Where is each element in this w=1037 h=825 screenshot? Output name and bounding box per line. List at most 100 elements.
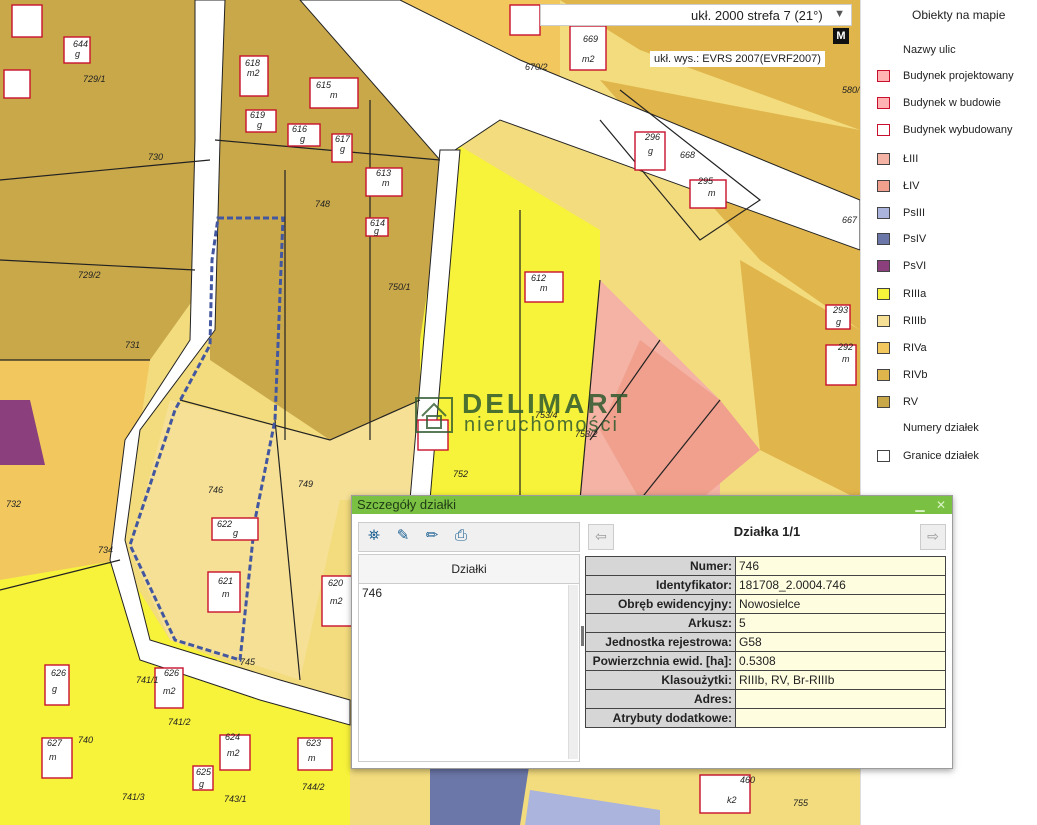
svg-text:m: m bbox=[842, 354, 850, 364]
svg-text:g: g bbox=[374, 226, 379, 236]
svg-text:m: m bbox=[330, 90, 338, 100]
edit-icon[interactable]: ✎ bbox=[391, 525, 415, 547]
details-row: Identyfikator: 181708_2.0004.746 bbox=[585, 575, 946, 595]
svg-text:292: 292 bbox=[837, 342, 853, 352]
details-row: Numer: 746 bbox=[585, 556, 946, 576]
legend-label: Granice działek bbox=[903, 450, 979, 462]
legend-swatch bbox=[877, 97, 890, 109]
legend-label: PsVI bbox=[903, 260, 927, 272]
details-value: 0.5308 bbox=[735, 651, 946, 671]
parcel-list[interactable]: Działki 746 bbox=[358, 554, 580, 762]
parcel-label: 741/1 bbox=[136, 675, 159, 685]
minimize-icon[interactable]: ▁ bbox=[915, 498, 924, 512]
svg-text:622: 622 bbox=[217, 519, 232, 529]
splitter-handle[interactable] bbox=[581, 626, 584, 646]
details-value: RIIIb, RV, Br-RIIIb bbox=[735, 670, 946, 690]
parcel-label: 743/1 bbox=[224, 794, 247, 804]
svg-text:m2: m2 bbox=[330, 596, 343, 606]
svg-text:296: 296 bbox=[644, 132, 660, 142]
svg-text:620: 620 bbox=[328, 578, 343, 588]
parcel-label: 732 bbox=[6, 499, 21, 509]
close-icon[interactable]: ✕ bbox=[936, 498, 946, 512]
legend-label: PsIII bbox=[903, 207, 926, 219]
locate-parcel-icon[interactable]: ⛯ bbox=[362, 525, 386, 547]
details-key: Adres: bbox=[585, 689, 736, 709]
print-icon[interactable]: ⎙ bbox=[449, 525, 473, 547]
details-row: Arkusz: 5 bbox=[585, 613, 946, 633]
svg-text:624: 624 bbox=[225, 732, 240, 742]
m-badge[interactable]: M bbox=[833, 28, 849, 44]
parcel-label: 729/1 bbox=[83, 74, 106, 84]
legend-label: ŁIV bbox=[903, 180, 920, 192]
details-value: 5 bbox=[735, 613, 946, 633]
parcel-label: 729/2 bbox=[78, 270, 101, 280]
details-row: Jednostka rejestrowa: G58 bbox=[585, 632, 946, 652]
svg-text:644: 644 bbox=[73, 39, 88, 49]
parcel-details-panel[interactable]: Szczegóły działki ▁ ✕ ⛯ ✎ ✏ ⎙ Działki 74… bbox=[351, 495, 953, 769]
scrollbar[interactable] bbox=[568, 585, 578, 759]
details-key: Arkusz: bbox=[585, 613, 736, 633]
parcel-label: 670/2 bbox=[525, 62, 548, 72]
panel-header[interactable]: Szczegóły działki ▁ ✕ bbox=[352, 496, 952, 514]
parcel-label: 744/2 bbox=[302, 782, 325, 792]
parcel-label: 734 bbox=[98, 545, 113, 555]
details-row: Powierzchnia ewid. [ha]: 0.5308 bbox=[585, 651, 946, 671]
legend-label: RIVa bbox=[903, 342, 927, 354]
details-value bbox=[735, 708, 946, 728]
legend-label: RIVb bbox=[903, 369, 928, 381]
legend-swatch bbox=[877, 260, 890, 272]
list-header: Działki bbox=[359, 555, 579, 584]
panel-title: Szczegóły działki bbox=[357, 497, 456, 512]
parcel-label: 580/ bbox=[842, 85, 860, 95]
svg-text:m2: m2 bbox=[247, 68, 260, 78]
svg-text:m2: m2 bbox=[582, 54, 595, 64]
watermark-logo: DELIMART nieruchomości bbox=[414, 388, 628, 440]
crs-select[interactable]: ukł. 2000 strefa 7 (21°) ▼ bbox=[540, 4, 852, 26]
legend-label: Numery działek bbox=[903, 422, 979, 434]
details-row: Atrybuty dodatkowe: bbox=[585, 708, 946, 728]
svg-text:g: g bbox=[648, 146, 653, 156]
svg-text:625: 625 bbox=[196, 767, 212, 777]
list-item[interactable]: 746 bbox=[359, 584, 579, 602]
next-arrow-icon[interactable]: ⇨ bbox=[920, 524, 946, 550]
svg-text:m: m bbox=[49, 752, 57, 762]
details-value: 181708_2.0004.746 bbox=[735, 575, 946, 595]
legend-swatch bbox=[877, 450, 890, 462]
svg-text:618: 618 bbox=[245, 58, 260, 68]
svg-text:627: 627 bbox=[47, 738, 63, 748]
svg-text:619: 619 bbox=[250, 110, 265, 120]
details-value: Nowosielce bbox=[735, 594, 946, 614]
legend-label: Budynek w budowie bbox=[903, 97, 1001, 109]
svg-text:m: m bbox=[222, 589, 230, 599]
svg-text:612: 612 bbox=[531, 273, 546, 283]
legend-label: ŁIII bbox=[903, 153, 919, 165]
svg-text:613: 613 bbox=[376, 168, 391, 178]
parcel-label: 748 bbox=[315, 199, 330, 209]
svg-text:295: 295 bbox=[697, 176, 714, 186]
svg-text:g: g bbox=[257, 120, 262, 130]
svg-text:g: g bbox=[233, 528, 238, 538]
house-icon bbox=[415, 397, 453, 433]
crs-label: ukł. 2000 strefa 7 (21°) bbox=[691, 8, 823, 23]
svg-text:g: g bbox=[52, 684, 57, 694]
legend-label: PsIV bbox=[903, 233, 927, 245]
svg-text:m2: m2 bbox=[163, 686, 176, 696]
svg-text:623: 623 bbox=[306, 738, 321, 748]
svg-text:615: 615 bbox=[316, 80, 332, 90]
details-row: Obręb ewidencyjny: Nowosielce bbox=[585, 594, 946, 614]
parcel-label: 667 bbox=[842, 215, 858, 225]
details-key: Numer: bbox=[585, 556, 736, 576]
svg-text:g: g bbox=[75, 49, 80, 59]
parcel-area bbox=[0, 0, 200, 360]
svg-text:g: g bbox=[836, 317, 841, 327]
legend-swatch bbox=[877, 315, 890, 327]
svg-text:616: 616 bbox=[292, 124, 307, 134]
details-key: Klasoużytki: bbox=[585, 670, 736, 690]
details-value: G58 bbox=[735, 632, 946, 652]
pencil-icon[interactable]: ✏ bbox=[420, 525, 444, 547]
panel-toolbar: ⛯ ✎ ✏ ⎙ bbox=[358, 522, 580, 552]
svg-text:293: 293 bbox=[832, 305, 848, 315]
legend-swatch bbox=[877, 207, 890, 219]
svg-text:626: 626 bbox=[51, 668, 66, 678]
svg-text:m: m bbox=[540, 283, 548, 293]
